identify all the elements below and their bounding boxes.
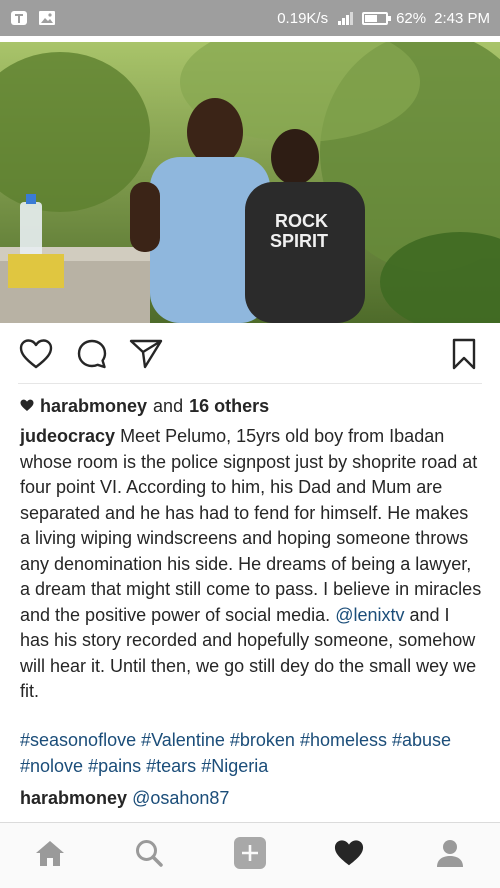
activity-heart-icon xyxy=(333,838,365,873)
hashtag[interactable]: #nolove xyxy=(20,756,83,776)
hashtag[interactable]: #Valentine xyxy=(141,730,225,750)
profile-icon xyxy=(435,838,465,873)
hashtag[interactable]: #abuse xyxy=(392,730,451,750)
nav-home-button[interactable] xyxy=(32,837,68,873)
hashtag-list: #seasonoflove #Valentine #broken #homele… xyxy=(20,728,482,779)
network-speed: 0.19K/s xyxy=(277,9,329,27)
comment-mention[interactable]: @osahon87 xyxy=(132,788,229,808)
nav-search-button[interactable] xyxy=(131,837,167,873)
hashtag[interactable]: #Nigeria xyxy=(201,756,268,776)
battery-icon xyxy=(362,11,392,25)
hashtag[interactable]: #broken xyxy=(230,730,295,750)
comment-button[interactable] xyxy=(74,338,110,374)
likes-conjunction: and xyxy=(153,396,184,416)
bottom-navigation xyxy=(0,822,500,888)
small-heart-icon xyxy=(20,396,34,417)
bookmark-icon xyxy=(451,338,477,375)
vpn-shield-icon xyxy=(10,10,28,26)
caption-text-1: Meet Pelumo, 15yrs old boy from Ibadan w… xyxy=(20,426,482,625)
like-button[interactable] xyxy=(18,338,54,374)
hashtag[interactable]: #homeless xyxy=(300,730,387,750)
divider xyxy=(18,383,482,384)
share-button[interactable] xyxy=(128,338,164,374)
post-photo[interactable]: ROCK SPIRIT xyxy=(0,42,500,323)
nav-activity-button[interactable] xyxy=(331,837,367,873)
speech-bubble-icon xyxy=(76,338,108,375)
heart-outline-icon xyxy=(19,338,53,375)
clock: 2:43 PM xyxy=(434,9,490,27)
comment: harabmoney @osahon87 xyxy=(20,788,229,809)
status-bar: 0.19K/s 62% 2:43 PM xyxy=(0,0,500,36)
nav-profile-button[interactable] xyxy=(432,837,468,873)
caption-mention[interactable]: @lenixtv xyxy=(335,605,404,625)
liker-username[interactable]: harabmoney xyxy=(40,396,147,417)
caption-username[interactable]: judeocracy xyxy=(20,426,115,446)
search-icon xyxy=(134,838,164,873)
likes-summary[interactable]: harabmoney and 16 others xyxy=(20,396,269,417)
nav-add-button[interactable] xyxy=(232,836,268,875)
comment-username[interactable]: harabmoney xyxy=(20,788,127,808)
add-icon xyxy=(233,836,267,875)
svg-text:ROCK: ROCK xyxy=(275,211,328,231)
svg-text:SPIRIT: SPIRIT xyxy=(270,231,328,251)
hashtag[interactable]: #tears xyxy=(146,756,196,776)
hashtag[interactable]: #pains xyxy=(88,756,141,776)
likes-others[interactable]: 16 others xyxy=(189,396,269,417)
save-button[interactable] xyxy=(446,338,482,374)
paper-plane-icon xyxy=(129,338,163,375)
signal-icon xyxy=(336,10,354,26)
battery-percent: 62% xyxy=(396,9,427,27)
post-caption: judeocracy Meet Pelumo, 15yrs old boy fr… xyxy=(20,424,482,705)
gallery-icon xyxy=(38,10,56,26)
hashtag[interactable]: #seasonoflove xyxy=(20,730,136,750)
home-icon xyxy=(34,838,66,873)
post-actions xyxy=(0,330,500,382)
